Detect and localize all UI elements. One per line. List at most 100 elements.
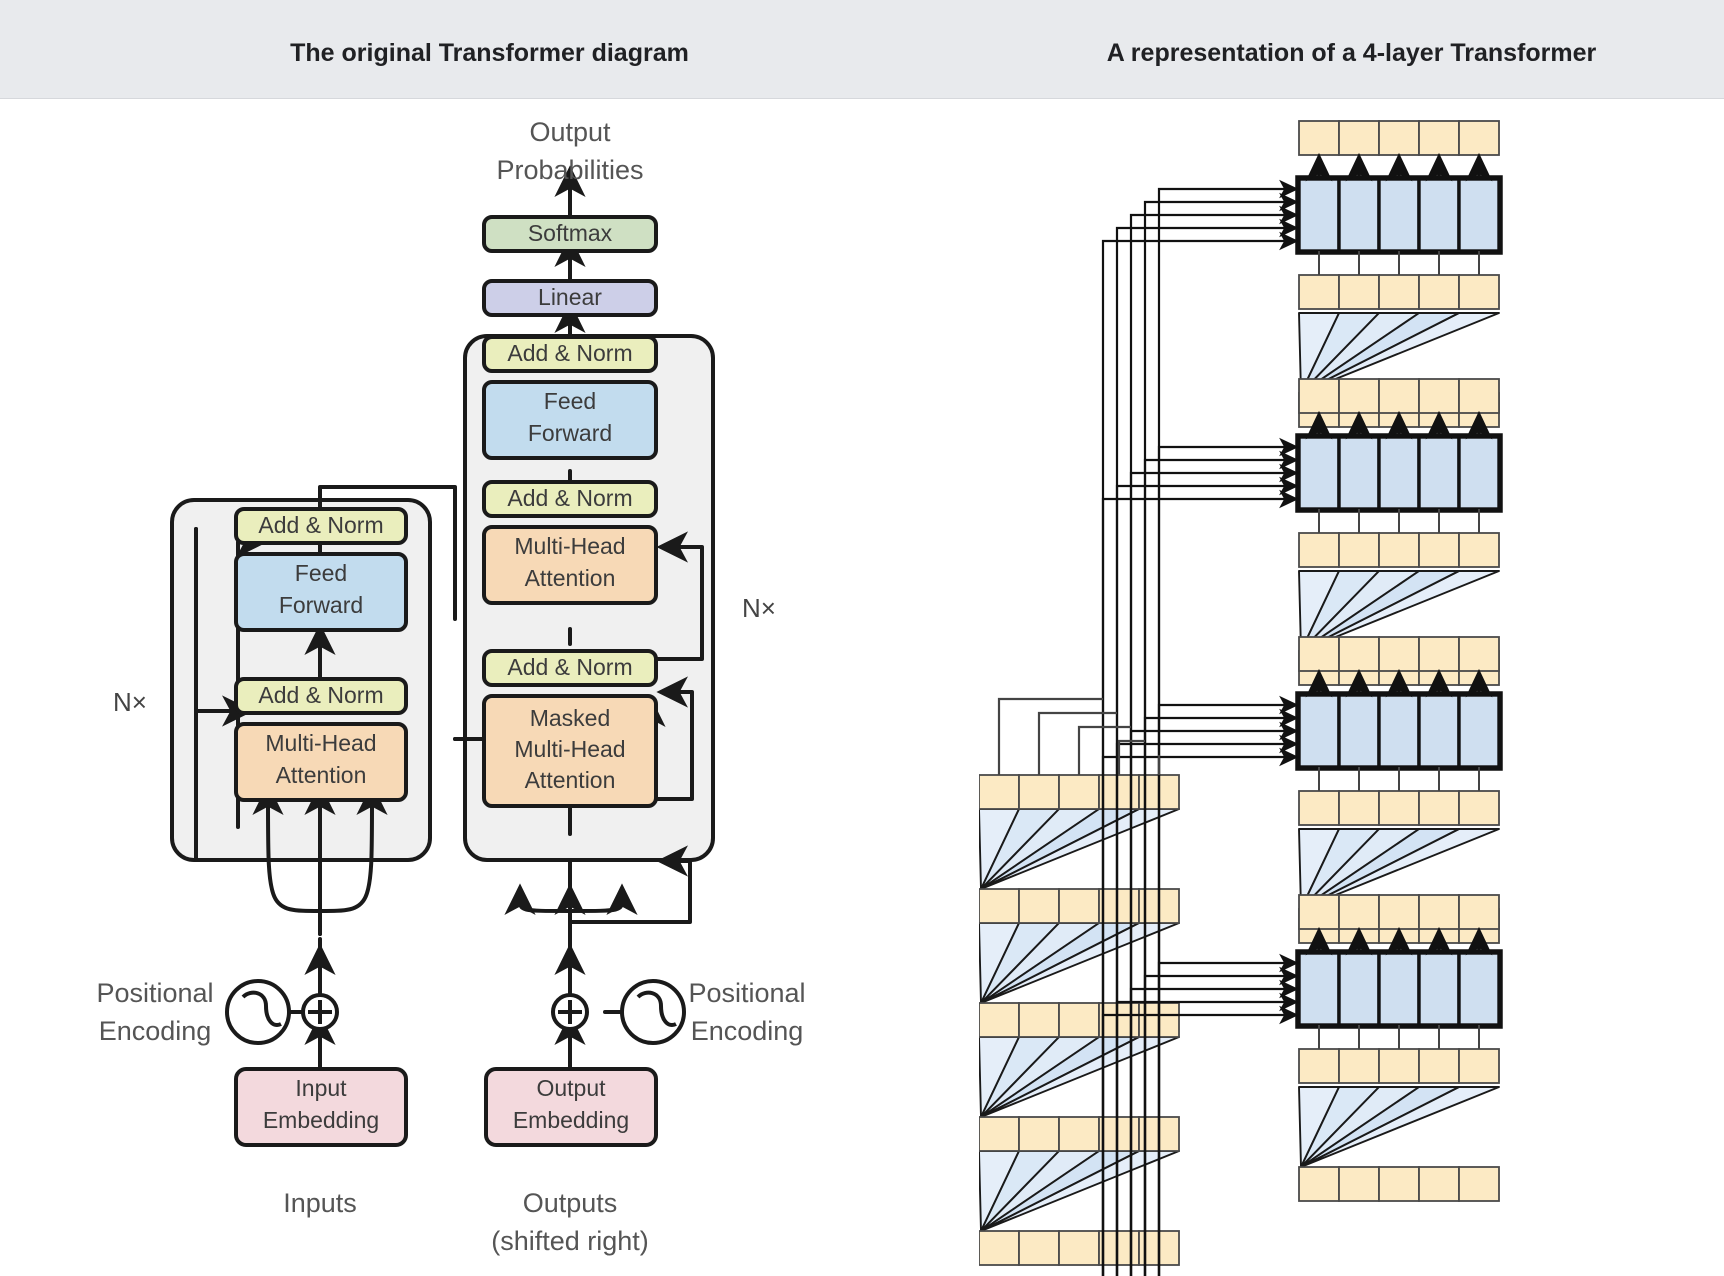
input-embedding-block: Input Embedding xyxy=(234,1067,408,1147)
token-cell xyxy=(1458,120,1500,156)
output-embedding-label-1: Output xyxy=(536,1075,606,1101)
decoder-attention-fan-1 xyxy=(1298,1086,1500,1168)
token-cell xyxy=(1378,120,1420,156)
attention-block-cell xyxy=(1377,951,1421,1027)
attention-block-cell xyxy=(1417,951,1461,1027)
token-cell xyxy=(1458,378,1500,414)
token-cell xyxy=(1458,1048,1500,1084)
token-cell xyxy=(1458,790,1500,826)
decoder-feed-forward: Feed Forward xyxy=(482,380,658,460)
token-cell xyxy=(979,888,1020,924)
token-cell xyxy=(1098,1002,1140,1038)
token-cell xyxy=(1418,274,1460,310)
encoder-token-row-5 xyxy=(979,774,1180,810)
token-cell xyxy=(1418,378,1460,414)
decoder-masked-attention: Masked Multi-Head Attention xyxy=(482,694,658,808)
token-cell xyxy=(1338,532,1380,568)
attention-block-cell xyxy=(1297,693,1341,769)
outputs-label-2: (shifted right) xyxy=(491,1226,649,1256)
decoder-token-row-top-4 xyxy=(1298,120,1500,156)
decoder-add-norm-bottom-label: Add & Norm xyxy=(507,654,632,680)
token-cell xyxy=(979,1002,1020,1038)
decoder-cross-attention-label-1: Multi-Head xyxy=(514,533,625,559)
token-cell xyxy=(1298,378,1340,414)
positional-sine-left xyxy=(225,979,291,1045)
positional-add-left xyxy=(301,993,339,1031)
block-linear: Linear xyxy=(482,279,658,317)
attention-block-cell xyxy=(1417,177,1461,253)
token-cell xyxy=(1298,894,1340,930)
input-embedding-label-1: Input xyxy=(295,1075,347,1101)
four-layer-transformer-diagram xyxy=(979,99,1724,1276)
token-cell xyxy=(1298,790,1340,826)
encoder-attention-fan-2 xyxy=(979,1036,1180,1118)
token-cell xyxy=(1058,888,1100,924)
token-cell xyxy=(1338,636,1380,672)
decoder-feed-forward-label-2: Forward xyxy=(528,420,612,446)
token-cell xyxy=(1418,1048,1460,1084)
cross-attention-arrow xyxy=(1143,192,1299,1276)
positional-encoding-left-label-1: Positional xyxy=(96,978,213,1008)
decoder-layer-1-attention-block xyxy=(1295,949,1503,1029)
token-cell xyxy=(1418,636,1460,672)
token-cell xyxy=(1418,532,1460,568)
token-cell xyxy=(1378,1048,1420,1084)
positional-encoding-right-label-1: Positional xyxy=(688,978,805,1008)
token-cell xyxy=(1458,532,1500,568)
left-pane: Softmax Linear Add & Norm Feed Forward A… xyxy=(0,99,979,1276)
token-cell xyxy=(1338,120,1380,156)
decoder-layer-2-attention-block xyxy=(1295,691,1503,771)
token-cell xyxy=(1418,790,1460,826)
decoder-token-row-mid-1 xyxy=(1298,1048,1500,1084)
encoder-add-norm-top: Add & Norm xyxy=(234,507,408,545)
token-cell xyxy=(1378,790,1420,826)
token-cell xyxy=(1418,120,1460,156)
decoder-add-norm-top-label: Add & Norm xyxy=(507,340,632,366)
token-cell xyxy=(1378,378,1420,414)
encoder-output-bus-wire xyxy=(997,697,1103,775)
positional-encoding-left-label-2: Encoding xyxy=(99,1016,212,1046)
token-cell xyxy=(1298,636,1340,672)
encoder-self-attention-label-1: Multi-Head xyxy=(265,730,376,756)
token-cell xyxy=(1458,1166,1500,1202)
token-cell xyxy=(1458,274,1500,310)
token-cell xyxy=(1378,1166,1420,1202)
positional-add-right xyxy=(551,993,589,1031)
token-cell xyxy=(1098,774,1140,810)
token-cell xyxy=(1098,1230,1140,1266)
positional-encoding-right-label-2: Encoding xyxy=(691,1016,804,1046)
attention-block-cell xyxy=(1297,435,1341,511)
header-bar: The original Transformer diagram A repre… xyxy=(0,0,1724,99)
attention-block-cell xyxy=(1377,177,1421,253)
decoder-layer-4-attention-block xyxy=(1295,175,1503,255)
token-cell xyxy=(1378,274,1420,310)
output-probabilities-label-2: Probabilities xyxy=(496,155,643,185)
decoder-add-norm-bottom: Add & Norm xyxy=(482,649,658,687)
cross-attention-arrow xyxy=(1157,179,1299,1276)
decoder-token-row-mid-2 xyxy=(1298,790,1500,826)
decoder-add-norm-top: Add & Norm xyxy=(482,335,658,373)
encoder-token-row-2 xyxy=(979,1116,1180,1152)
attention-block-cell xyxy=(1457,435,1501,511)
screenshot-root: The original Transformer diagram A repre… xyxy=(0,0,1724,1276)
decoder-token-row-top-3 xyxy=(1298,378,1500,414)
attention-block-cell xyxy=(1377,693,1421,769)
encoder-add-norm-bottom: Add & Norm xyxy=(234,677,408,715)
decoder-cross-attention-label-2: Attention xyxy=(525,565,616,591)
original-transformer-diagram: Softmax Linear Add & Norm Feed Forward A… xyxy=(0,99,979,1276)
token-cell xyxy=(1338,378,1380,414)
token-cell xyxy=(1298,274,1340,310)
encoder-feed-forward-label-1: Feed xyxy=(295,560,347,586)
left-pane-title: The original Transformer diagram xyxy=(290,39,689,67)
token-cell xyxy=(1058,1230,1100,1266)
token-cell xyxy=(1298,1048,1340,1084)
token-cell xyxy=(1018,1230,1060,1266)
encoder-attention-fan-3 xyxy=(979,922,1180,1004)
token-cell xyxy=(1418,894,1460,930)
right-pane xyxy=(979,99,1724,1276)
decoder-cross-attention: Multi-Head Attention xyxy=(482,525,658,605)
encoder-token-row-1 xyxy=(979,1230,1180,1266)
token-cell xyxy=(1338,1048,1380,1084)
token-cell xyxy=(1378,894,1420,930)
encoder-output-bus-wire xyxy=(1077,725,1131,775)
